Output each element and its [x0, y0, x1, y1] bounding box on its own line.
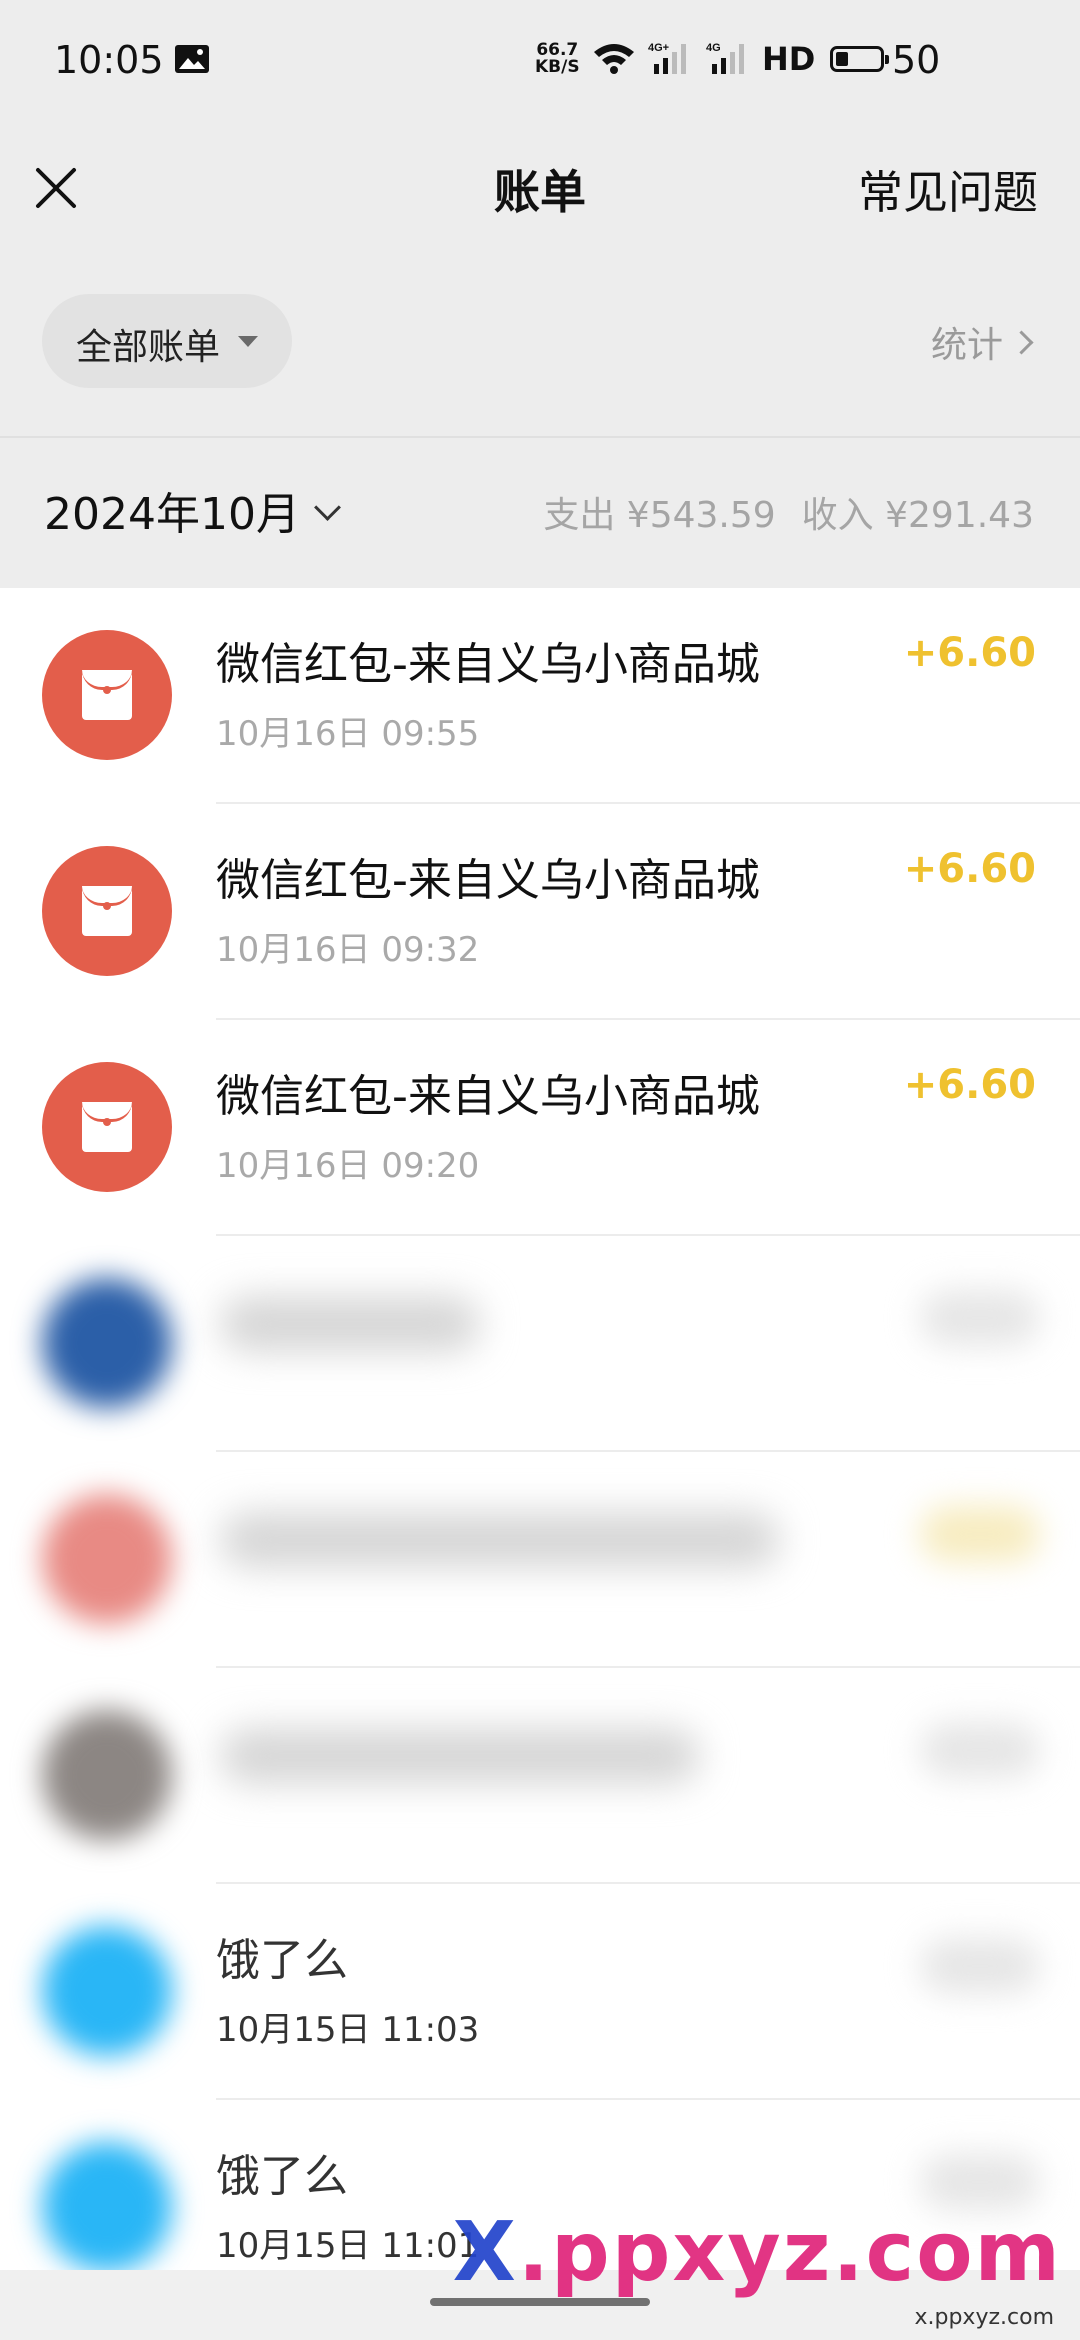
battery-icon: [830, 46, 889, 72]
obscured-amount: [920, 1290, 1040, 1346]
transaction-row[interactable]: [0, 1236, 1080, 1452]
obscured-title: [220, 1296, 480, 1352]
watermark-logo: X.ppxyz.com: [452, 2205, 1062, 2300]
transaction-row[interactable]: [0, 1452, 1080, 1668]
status-bar: 10:05 66.7 KB/S 4G+ 4G HD 50: [0, 0, 1080, 120]
merchant-avatar: [42, 1278, 172, 1408]
transaction-title: 微信红包-来自义乌小商品城: [216, 639, 760, 690]
merchant-avatar: [42, 1710, 172, 1840]
month-label: 2024年10月: [44, 489, 300, 540]
transaction-amount: +6.60: [903, 846, 1036, 892]
red-envelope-icon: [42, 1062, 172, 1192]
bill-filter-label: 全部账单: [76, 327, 221, 368]
faq-link[interactable]: 常见问题: [858, 156, 1038, 221]
transaction-amount: +6.60: [903, 630, 1036, 676]
transaction-row[interactable]: 微信红包-来自义乌小商品城 10月16日 09:55 +6.60: [0, 588, 1080, 804]
network-speed: 66.7 KB/S: [535, 40, 580, 77]
obscured-title: [220, 1728, 700, 1784]
transaction-title: 微信红包-来自义乌小商品城: [216, 1071, 760, 1122]
transaction-time: 10月16日 09:55: [216, 714, 480, 754]
obscured-amount: [920, 2154, 1040, 2210]
month-summary: 支出 ¥543.59 收入 ¥291.43: [543, 486, 1034, 538]
transaction-list: 微信红包-来自义乌小商品城 10月16日 09:55 +6.60 微信红包-来自…: [0, 588, 1080, 2316]
transaction-time: 10月15日 11:03: [216, 2010, 480, 2050]
chevron-right-icon: [1009, 330, 1034, 355]
divider: [0, 436, 1080, 438]
close-icon[interactable]: [28, 160, 84, 216]
expense-total: 支出 ¥543.59: [543, 495, 776, 536]
watermark-url: x.ppxyz.com: [914, 2305, 1054, 2330]
photo-icon: [175, 45, 209, 73]
stats-link[interactable]: 统计: [930, 316, 1034, 368]
transaction-title: 饿了么: [216, 1935, 348, 1986]
merchant-avatar: [42, 1926, 172, 2056]
svg-text:4G: 4G: [706, 42, 721, 54]
income-total: 收入 ¥291.43: [801, 495, 1034, 536]
signal-icon: 4G: [706, 42, 744, 74]
signal-icon: 4G+: [648, 42, 686, 74]
svg-text:4G+: 4G+: [648, 42, 669, 54]
obscured-amount: [920, 1722, 1040, 1778]
transaction-time: 10月16日 09:20: [216, 1146, 480, 1186]
hd-indicator: HD: [762, 40, 816, 78]
month-selector[interactable]: 2024年10月: [44, 478, 341, 542]
wifi-icon: [594, 44, 634, 74]
bill-filter-dropdown[interactable]: 全部账单: [42, 294, 292, 388]
stats-label: 统计: [930, 325, 1003, 366]
transaction-time: 10月15日 11:01: [216, 2226, 480, 2266]
transaction-row[interactable]: 微信红包-来自义乌小商品城 10月16日 09:32 +6.60: [0, 804, 1080, 1020]
transaction-amount: +6.60: [903, 1062, 1036, 1108]
obscured-amount: [920, 1938, 1040, 1994]
transaction-title: 微信红包-来自义乌小商品城: [216, 855, 760, 906]
merchant-avatar: [42, 1494, 172, 1624]
red-envelope-icon: [42, 630, 172, 760]
caret-down-icon: [238, 336, 258, 347]
chevron-down-icon: [314, 494, 341, 521]
status-time: 10:05: [54, 38, 164, 82]
transaction-time: 10月16日 09:32: [216, 930, 480, 970]
red-envelope-icon: [42, 846, 172, 976]
transaction-row[interactable]: 微信红包-来自义乌小商品城 10月16日 09:20 +6.60: [0, 1020, 1080, 1236]
transaction-row[interactable]: 饿了么 10月15日 11:03: [0, 1884, 1080, 2100]
merchant-avatar: [42, 2142, 172, 2272]
obscured-amount: [920, 1506, 1040, 1562]
transaction-title: 饿了么: [216, 2151, 348, 2202]
transaction-row[interactable]: [0, 1668, 1080, 1884]
obscured-title: [220, 1512, 780, 1568]
battery-level: 50: [892, 38, 941, 82]
